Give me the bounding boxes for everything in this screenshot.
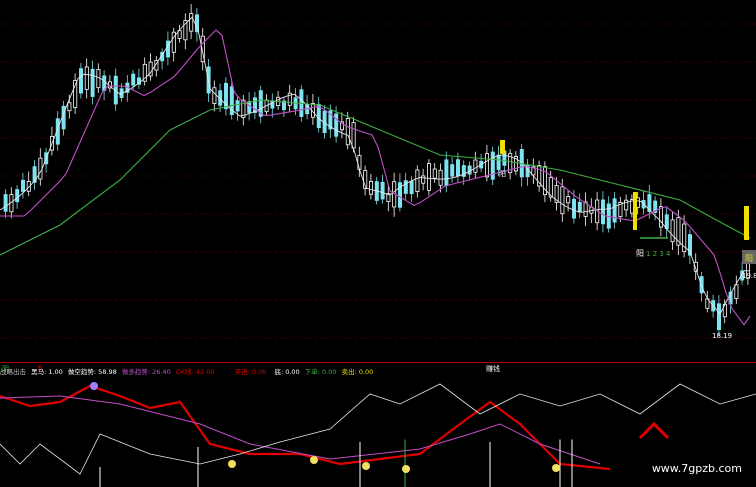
candle-body — [450, 164, 455, 177]
candle-body — [577, 201, 582, 213]
candle-body — [601, 199, 606, 225]
moving-average-lines — [0, 16, 751, 326]
ma-line-green — [0, 99, 751, 256]
candle-body — [473, 159, 478, 173]
candle-body — [421, 175, 426, 184]
candle-body — [380, 181, 385, 200]
candle-body — [496, 154, 501, 170]
yang-marker-2: 阳 — [745, 254, 753, 263]
indicator-chart[interactable] — [0, 374, 756, 487]
candle-body — [67, 102, 72, 112]
yellow-signal-bar — [633, 192, 637, 230]
candle-body — [490, 151, 495, 180]
candle-body — [247, 101, 252, 114]
red-up-arrow — [638, 421, 670, 440]
smiley-marker-icon — [402, 465, 410, 473]
candle-body — [659, 206, 664, 228]
candle-body — [415, 169, 420, 192]
smiley-marker-icon — [362, 462, 370, 470]
candle-body — [409, 180, 414, 195]
candle-body — [455, 159, 460, 177]
candle-body — [670, 219, 675, 243]
ma-line-purple — [0, 29, 751, 326]
candle-body — [572, 198, 577, 219]
candle-body — [467, 165, 472, 175]
candle-body — [235, 100, 240, 112]
candle-body — [566, 196, 571, 204]
smiley-marker-icon — [310, 456, 318, 464]
ok-line-red — [0, 384, 611, 471]
candle-body — [717, 303, 722, 330]
yellow-signal-bar-right — [744, 206, 749, 240]
candle-body — [15, 189, 20, 203]
yang-marker-1: 阳 — [636, 249, 644, 258]
candle-body — [90, 68, 95, 97]
smiley-marker-icon — [552, 464, 560, 472]
price-right-label: 19.8 — [742, 272, 756, 280]
yang-marker-mid: 阳 — [499, 169, 506, 178]
candle-body — [734, 284, 739, 299]
candle-body — [3, 194, 8, 212]
watermark-text: www.7gpzb.com — [651, 462, 742, 475]
candle-body — [334, 113, 339, 137]
candlestick-chart[interactable]: 阳 1 2 3 4 阳 19.8 18.19 阳 — [0, 0, 756, 362]
smiley-marker-icon — [90, 382, 98, 390]
candle-body — [189, 13, 194, 32]
candle-body — [368, 181, 373, 195]
candle-body — [131, 73, 136, 86]
candle-body — [38, 157, 43, 180]
candle-body — [403, 180, 408, 194]
candle-body — [79, 68, 84, 94]
candles-group — [3, 4, 751, 336]
panel-divider-top — [0, 362, 756, 363]
candle-body — [20, 179, 25, 192]
candle-body — [432, 168, 437, 179]
candle-body — [345, 118, 350, 146]
candle-body — [699, 276, 704, 294]
candle-body — [357, 155, 362, 170]
candle-body — [351, 122, 356, 149]
candle-body — [484, 153, 489, 178]
candle-body — [212, 87, 217, 104]
candle-body — [426, 163, 431, 191]
candle-body — [612, 198, 617, 223]
candle-body — [664, 214, 669, 229]
yellow-signal-small — [500, 140, 505, 154]
price-low-label: 18.19 — [712, 332, 732, 340]
counter-marker: 1 2 3 4 — [646, 250, 671, 258]
label-zhuanqian: 赚钱 — [486, 365, 500, 373]
grid-lines — [0, 23, 756, 339]
candle-body — [560, 186, 565, 215]
candle-body — [444, 159, 449, 186]
candle-body — [84, 66, 89, 90]
candle-body — [438, 169, 443, 186]
smiley-marker-icon — [228, 460, 236, 468]
short-trend-line — [0, 383, 756, 475]
